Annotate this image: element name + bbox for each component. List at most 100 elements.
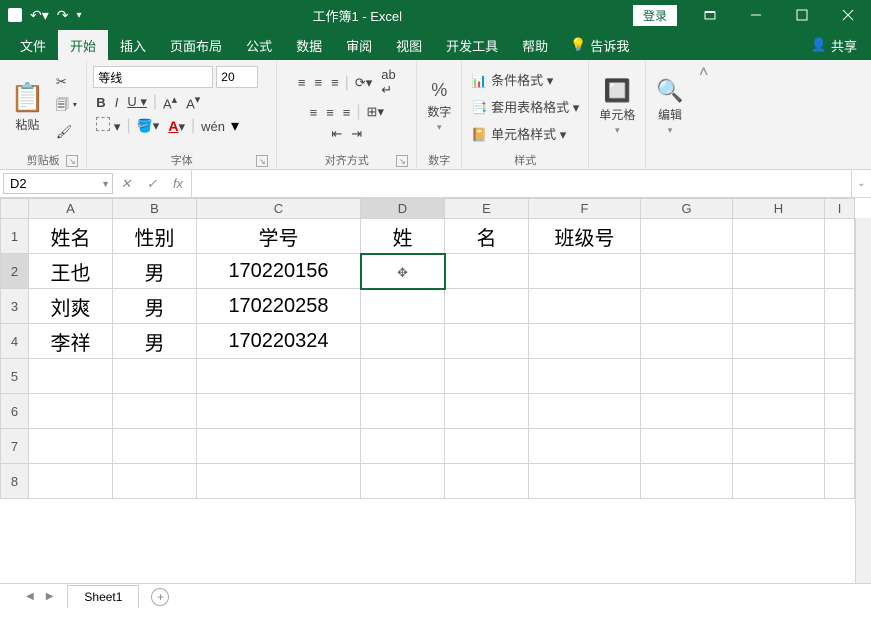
cell[interactable]: 姓名 bbox=[29, 219, 113, 254]
cell[interactable] bbox=[445, 289, 529, 324]
cell[interactable] bbox=[197, 359, 361, 394]
cancel-formula-icon[interactable]: ✕ bbox=[113, 176, 139, 192]
italic-button[interactable]: I bbox=[112, 94, 122, 111]
cell[interactable] bbox=[361, 394, 445, 429]
tab-dev[interactable]: 开发工具 bbox=[434, 30, 510, 61]
decrease-indent-button[interactable]: ⇤ bbox=[328, 125, 345, 143]
cell[interactable]: 男 bbox=[113, 324, 197, 359]
copy-icon[interactable]: 🗐 ▾ bbox=[53, 95, 80, 119]
sheet-nav-next-icon[interactable]: ▶ bbox=[40, 591, 60, 602]
cell[interactable] bbox=[825, 254, 855, 289]
tell-me[interactable]: 💡告诉我 bbox=[560, 36, 639, 55]
cell[interactable]: 男 bbox=[113, 289, 197, 324]
cell[interactable]: 名 bbox=[445, 219, 529, 254]
tab-help[interactable]: 帮助 bbox=[510, 30, 560, 61]
row-header[interactable]: 6 bbox=[1, 394, 29, 429]
cell[interactable] bbox=[29, 394, 113, 429]
add-sheet-button[interactable]: + bbox=[151, 588, 169, 606]
cell[interactable] bbox=[733, 394, 825, 429]
cell-styles-button[interactable]: 📔 单元格样式 ▾ bbox=[468, 123, 582, 144]
cells-button[interactable]: 🔲单元格▾ bbox=[595, 78, 639, 136]
cell[interactable] bbox=[29, 429, 113, 464]
select-all-cell[interactable] bbox=[1, 199, 29, 219]
tab-home[interactable]: 开始 bbox=[58, 30, 108, 61]
align-right-button[interactable]: ≡ bbox=[340, 104, 354, 121]
cell[interactable] bbox=[825, 359, 855, 394]
col-header[interactable]: A bbox=[29, 199, 113, 219]
collapse-ribbon-icon[interactable]: ˄ bbox=[694, 60, 714, 169]
ribbon-options-icon[interactable] bbox=[687, 0, 733, 30]
cut-icon[interactable]: ✂ bbox=[53, 73, 80, 91]
cell[interactable] bbox=[529, 464, 641, 499]
decrease-font-button[interactable]: A▾ bbox=[183, 92, 203, 112]
cell[interactable] bbox=[197, 464, 361, 499]
font-name-select[interactable] bbox=[93, 66, 213, 88]
cell[interactable] bbox=[197, 394, 361, 429]
tab-view[interactable]: 视图 bbox=[384, 30, 434, 61]
cell[interactable] bbox=[733, 324, 825, 359]
increase-indent-button[interactable]: ⇥ bbox=[348, 125, 365, 143]
col-header[interactable]: C bbox=[197, 199, 361, 219]
row-header[interactable]: 5 bbox=[1, 359, 29, 394]
cell[interactable] bbox=[641, 289, 733, 324]
expand-formula-bar-icon[interactable]: ⌄ bbox=[851, 170, 871, 197]
cell[interactable] bbox=[825, 429, 855, 464]
row-header[interactable]: 8 bbox=[1, 464, 29, 499]
number-format-button[interactable]: % 数字 ▾ bbox=[423, 80, 455, 133]
tab-insert[interactable]: 插入 bbox=[108, 30, 158, 61]
cell[interactable]: ✥ bbox=[361, 254, 445, 289]
tab-review[interactable]: 审阅 bbox=[334, 30, 384, 61]
cell[interactable]: 姓 bbox=[361, 219, 445, 254]
cell[interactable] bbox=[641, 219, 733, 254]
cell[interactable] bbox=[445, 464, 529, 499]
orientation-button[interactable]: ⟳▾ bbox=[352, 74, 375, 92]
cell[interactable] bbox=[529, 289, 641, 324]
row-header[interactable]: 2 bbox=[1, 254, 29, 289]
cell[interactable] bbox=[197, 429, 361, 464]
col-header[interactable]: I bbox=[825, 199, 855, 219]
col-header[interactable]: E bbox=[445, 199, 529, 219]
cell[interactable] bbox=[529, 324, 641, 359]
tab-layout[interactable]: 页面布局 bbox=[158, 30, 234, 61]
paste-button[interactable]: 📋 粘贴 bbox=[6, 81, 49, 133]
col-header[interactable]: F bbox=[529, 199, 641, 219]
cell[interactable] bbox=[29, 464, 113, 499]
cell[interactable]: 男 bbox=[113, 254, 197, 289]
sheet-nav-prev-icon[interactable]: ◀ bbox=[20, 591, 40, 602]
cell[interactable] bbox=[445, 324, 529, 359]
cell[interactable] bbox=[113, 464, 197, 499]
cell[interactable] bbox=[641, 464, 733, 499]
cell[interactable] bbox=[445, 359, 529, 394]
cell[interactable] bbox=[29, 359, 113, 394]
tab-file[interactable]: 文件 bbox=[8, 30, 58, 61]
tab-data[interactable]: 数据 bbox=[284, 30, 334, 61]
cell[interactable] bbox=[529, 359, 641, 394]
sheet-tab[interactable]: Sheet1 bbox=[67, 585, 139, 608]
clipboard-launcher[interactable]: ↘ bbox=[66, 155, 78, 167]
cell[interactable]: 李祥 bbox=[29, 324, 113, 359]
row-header[interactable]: 3 bbox=[1, 289, 29, 324]
cell[interactable] bbox=[445, 429, 529, 464]
save-icon[interactable] bbox=[8, 8, 22, 22]
spreadsheet-grid[interactable]: ABCDEFGHI1姓名性别学号姓名班级号2王也男170220156✥3刘爽男1… bbox=[0, 198, 871, 583]
cell[interactable]: 170220324 bbox=[197, 324, 361, 359]
cell[interactable] bbox=[641, 429, 733, 464]
increase-font-button[interactable]: A▴ bbox=[160, 92, 180, 112]
chevron-down-icon[interactable]: ▼ bbox=[101, 179, 110, 189]
cell[interactable] bbox=[641, 254, 733, 289]
format-table-button[interactable]: 📑 套用表格格式 ▾ bbox=[468, 96, 582, 117]
font-size-select[interactable] bbox=[216, 66, 258, 88]
fx-icon[interactable]: fx bbox=[165, 176, 191, 191]
cell[interactable] bbox=[733, 289, 825, 324]
cell[interactable] bbox=[733, 429, 825, 464]
cell[interactable] bbox=[361, 464, 445, 499]
edit-button[interactable]: 🔍编辑▾ bbox=[652, 78, 687, 136]
cell[interactable] bbox=[733, 359, 825, 394]
col-header[interactable]: B bbox=[113, 199, 197, 219]
row-header[interactable]: 1 bbox=[1, 219, 29, 254]
login-button[interactable]: 登录 bbox=[633, 5, 677, 26]
col-header[interactable]: D bbox=[361, 199, 445, 219]
cell[interactable]: 170220258 bbox=[197, 289, 361, 324]
cell[interactable] bbox=[361, 324, 445, 359]
cell[interactable] bbox=[529, 429, 641, 464]
